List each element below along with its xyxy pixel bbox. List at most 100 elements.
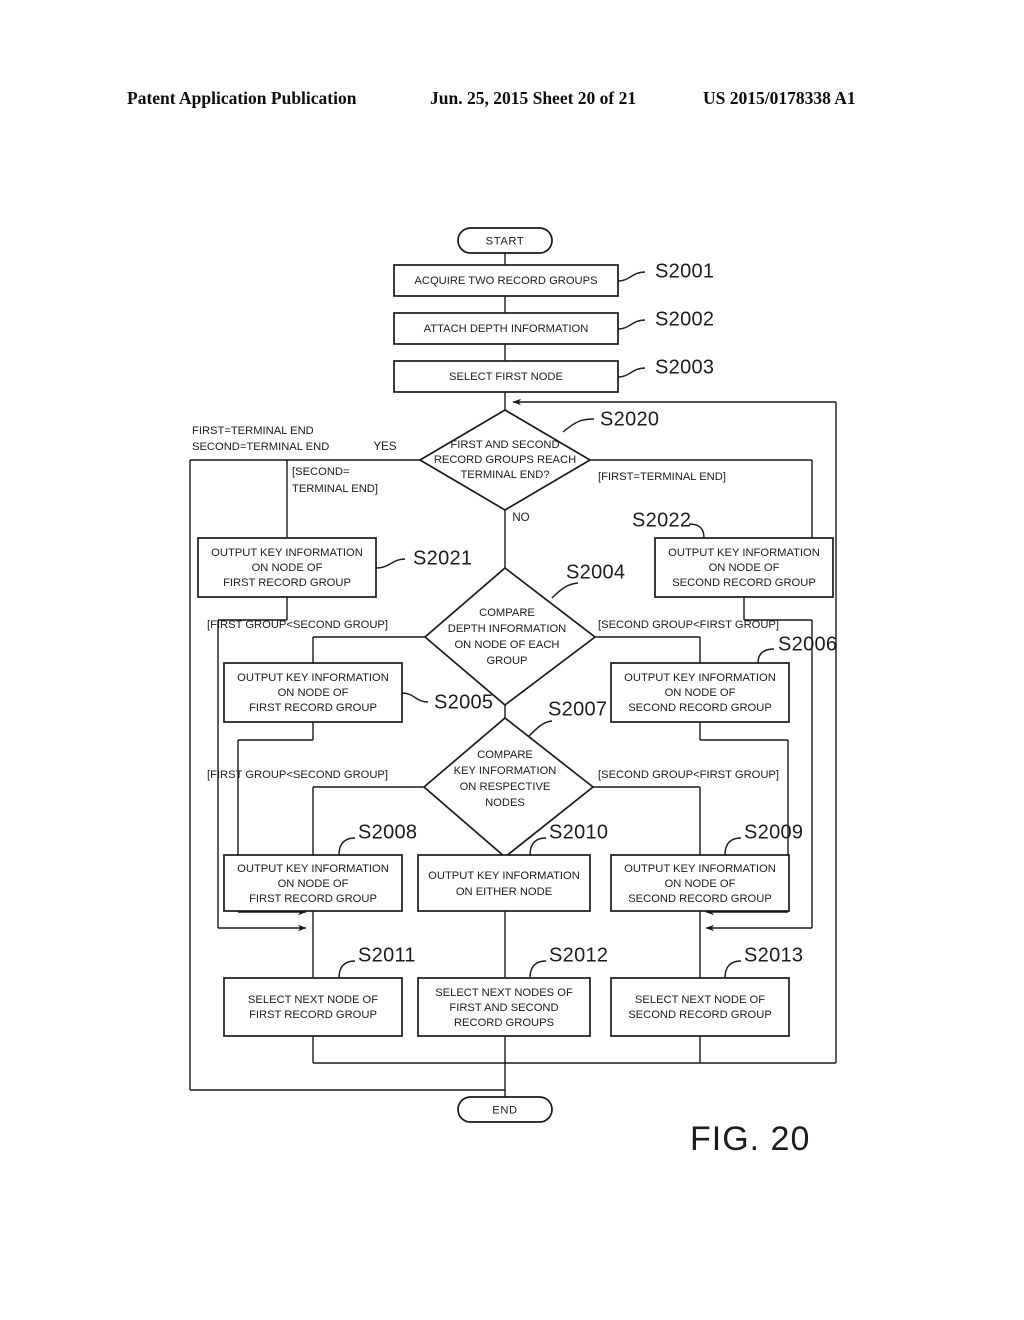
process-s2009: OUTPUT KEY INFORMATION ON NODE OF SECOND… bbox=[610, 854, 790, 912]
ref-s2020: S2020 bbox=[600, 408, 659, 430]
process-s2003: SELECT FIRST NODE bbox=[393, 360, 619, 393]
leader-s2012 bbox=[529, 960, 547, 979]
ref-s2002: S2002 bbox=[655, 308, 714, 330]
process-s2022-line-1: ON NODE OF bbox=[709, 562, 780, 574]
ref-s2004: S2004 bbox=[566, 561, 625, 583]
ref-s2012: S2012 bbox=[549, 944, 608, 966]
decision-s2007-line-2: ON RESPECTIVE bbox=[460, 781, 551, 793]
process-s2021: OUTPUT KEY INFORMATION ON NODE OF FIRST … bbox=[197, 537, 377, 598]
decision-s2020-line-1: RECORD GROUPS REACH bbox=[434, 454, 576, 466]
process-s2012: SELECT NEXT NODES OF FIRST AND SECOND RE… bbox=[417, 977, 591, 1037]
leader-s2004 bbox=[551, 582, 579, 599]
process-s2006-line-0: OUTPUT KEY INFORMATION bbox=[624, 672, 776, 684]
terminator-end-label: END bbox=[492, 1104, 517, 1116]
decision-s2004-line-1: DEPTH INFORMATION bbox=[448, 623, 567, 635]
process-s2021-line-0: OUTPUT KEY INFORMATION bbox=[211, 547, 363, 559]
decision-s2020: FIRST AND SECOND RECORD GROUPS REACH TER… bbox=[418, 409, 592, 511]
decision-s2004-line-0: COMPARE bbox=[479, 607, 535, 619]
process-s2009-line-2: SECOND RECORD GROUP bbox=[628, 893, 772, 905]
leader-s2002 bbox=[617, 319, 646, 330]
figure-label: FIG. 20 bbox=[690, 1120, 810, 1158]
decision-s2020-line-2: TERMINAL END? bbox=[460, 469, 549, 481]
process-s2021-line-2: FIRST RECORD GROUP bbox=[223, 577, 351, 589]
decision-s2004-line-3: GROUP bbox=[486, 655, 527, 667]
leader-s2005 bbox=[401, 692, 429, 703]
ref-s2022: S2022 bbox=[632, 509, 691, 531]
process-s2005-line-1: ON NODE OF bbox=[278, 687, 349, 699]
process-s2011-line-0: SELECT NEXT NODE OF bbox=[248, 994, 378, 1006]
process-s2022-line-0: OUTPUT KEY INFORMATION bbox=[668, 547, 820, 559]
process-s2005-line-2: FIRST RECORD GROUP bbox=[249, 702, 377, 714]
ref-s2013: S2013 bbox=[744, 944, 803, 966]
decision-s2007-line-0: COMPARE bbox=[477, 749, 533, 761]
process-s2011: SELECT NEXT NODE OF FIRST RECORD GROUP bbox=[223, 977, 403, 1037]
process-s2005-line-0: OUTPUT KEY INFORMATION bbox=[237, 672, 389, 684]
process-s2003-line-0: SELECT FIRST NODE bbox=[449, 371, 563, 383]
label-yes: YES bbox=[373, 441, 396, 453]
process-s2011-line-1: FIRST RECORD GROUP bbox=[249, 1009, 377, 1021]
label-second-terminal-1: [SECOND= bbox=[292, 466, 350, 478]
leader-s2001 bbox=[617, 271, 646, 282]
process-s2013-line-1: SECOND RECORD GROUP bbox=[628, 1009, 772, 1021]
ref-s2010: S2010 bbox=[549, 821, 608, 843]
label-key-right: [SECOND GROUP<FIRST GROUP] bbox=[598, 769, 779, 781]
leader-s2013 bbox=[724, 960, 742, 979]
ref-s2011: S2011 bbox=[358, 944, 416, 966]
process-s2021-line-1: ON NODE OF bbox=[252, 562, 323, 574]
decision-s2020-line-0: FIRST AND SECOND bbox=[450, 439, 559, 451]
label-key-left: [FIRST GROUP<SECOND GROUP] bbox=[207, 769, 388, 781]
ref-s2009: S2009 bbox=[744, 821, 803, 843]
patent-figure-page: Patent Application Publication Jun. 25, … bbox=[0, 0, 1024, 1320]
label-both-terminal-1: FIRST=TERMINAL END bbox=[192, 425, 314, 437]
ref-s2006: S2006 bbox=[778, 633, 837, 655]
leader-s2008 bbox=[338, 837, 356, 856]
process-s2005: OUTPUT KEY INFORMATION ON NODE OF FIRST … bbox=[223, 662, 403, 723]
process-s2012-line-0: SELECT NEXT NODES OF bbox=[435, 987, 573, 999]
label-both-terminal-2: SECOND=TERMINAL END bbox=[192, 441, 329, 453]
decision-s2004-line-2: ON NODE OF EACH bbox=[454, 639, 559, 651]
ref-s2001: S2001 bbox=[655, 260, 714, 282]
ref-s2021: S2021 bbox=[413, 547, 472, 569]
decision-s2007-line-1: KEY INFORMATION bbox=[454, 765, 557, 777]
decision-s2004: COMPARE DEPTH INFORMATION ON NODE OF EAC… bbox=[423, 566, 597, 707]
leader-s2006 bbox=[757, 648, 775, 664]
ref-s2005: S2005 bbox=[434, 691, 493, 713]
process-s2010-line-1: ON EITHER NODE bbox=[456, 886, 552, 898]
process-s2008: OUTPUT KEY INFORMATION ON NODE OF FIRST … bbox=[223, 854, 403, 912]
process-s2009-line-0: OUTPUT KEY INFORMATION bbox=[624, 863, 776, 875]
label-second-terminal-2: TERMINAL END] bbox=[292, 483, 378, 495]
leader-s2020 bbox=[562, 418, 595, 433]
process-s2013-line-0: SELECT NEXT NODE OF bbox=[635, 994, 765, 1006]
leader-s2011 bbox=[338, 960, 356, 979]
process-s2010-line-0: OUTPUT KEY INFORMATION bbox=[428, 870, 580, 882]
label-depth-left: [FIRST GROUP<SECOND GROUP] bbox=[207, 619, 388, 631]
process-s2008-line-0: OUTPUT KEY INFORMATION bbox=[237, 863, 389, 875]
ref-s2003: S2003 bbox=[655, 356, 714, 378]
process-s2006-line-2: SECOND RECORD GROUP bbox=[628, 702, 772, 714]
process-s2013: SELECT NEXT NODE OF SECOND RECORD GROUP bbox=[610, 977, 790, 1037]
ref-s2007: S2007 bbox=[548, 698, 607, 720]
leader-s2003 bbox=[617, 367, 646, 378]
terminator-start-label: START bbox=[486, 235, 525, 247]
leader-s2010 bbox=[529, 837, 547, 856]
process-s2022: OUTPUT KEY INFORMATION ON NODE OF SECOND… bbox=[654, 537, 834, 598]
leader-s2009 bbox=[724, 837, 742, 856]
terminator-start: START bbox=[457, 227, 553, 254]
process-s2008-line-1: ON NODE OF bbox=[278, 878, 349, 890]
process-s2022-line-2: SECOND RECORD GROUP bbox=[672, 577, 816, 589]
label-no: NO bbox=[512, 512, 529, 524]
process-s2001: ACQUIRE TWO RECORD GROUPS bbox=[393, 264, 619, 297]
leader-s2021 bbox=[375, 558, 406, 569]
process-s2002-line-0: ATTACH DEPTH INFORMATION bbox=[424, 323, 589, 335]
leader-s2007 bbox=[528, 720, 553, 737]
label-depth-right: [SECOND GROUP<FIRST GROUP] bbox=[598, 619, 779, 631]
process-s2012-line-1: FIRST AND SECOND bbox=[449, 1002, 558, 1014]
flowchart-diagram: START ACQUIRE TWO RECORD GROUPS S2001 AT… bbox=[189, 227, 837, 1158]
process-s2002: ATTACH DEPTH INFORMATION bbox=[393, 312, 619, 345]
terminator-end: END bbox=[457, 1096, 553, 1123]
process-s2010: OUTPUT KEY INFORMATION ON EITHER NODE bbox=[417, 854, 591, 912]
process-s2006: OUTPUT KEY INFORMATION ON NODE OF SECOND… bbox=[610, 662, 790, 723]
process-s2001-line-0: ACQUIRE TWO RECORD GROUPS bbox=[414, 275, 597, 287]
process-s2006-line-1: ON NODE OF bbox=[665, 687, 736, 699]
decision-s2007-line-3: NODES bbox=[485, 797, 525, 809]
